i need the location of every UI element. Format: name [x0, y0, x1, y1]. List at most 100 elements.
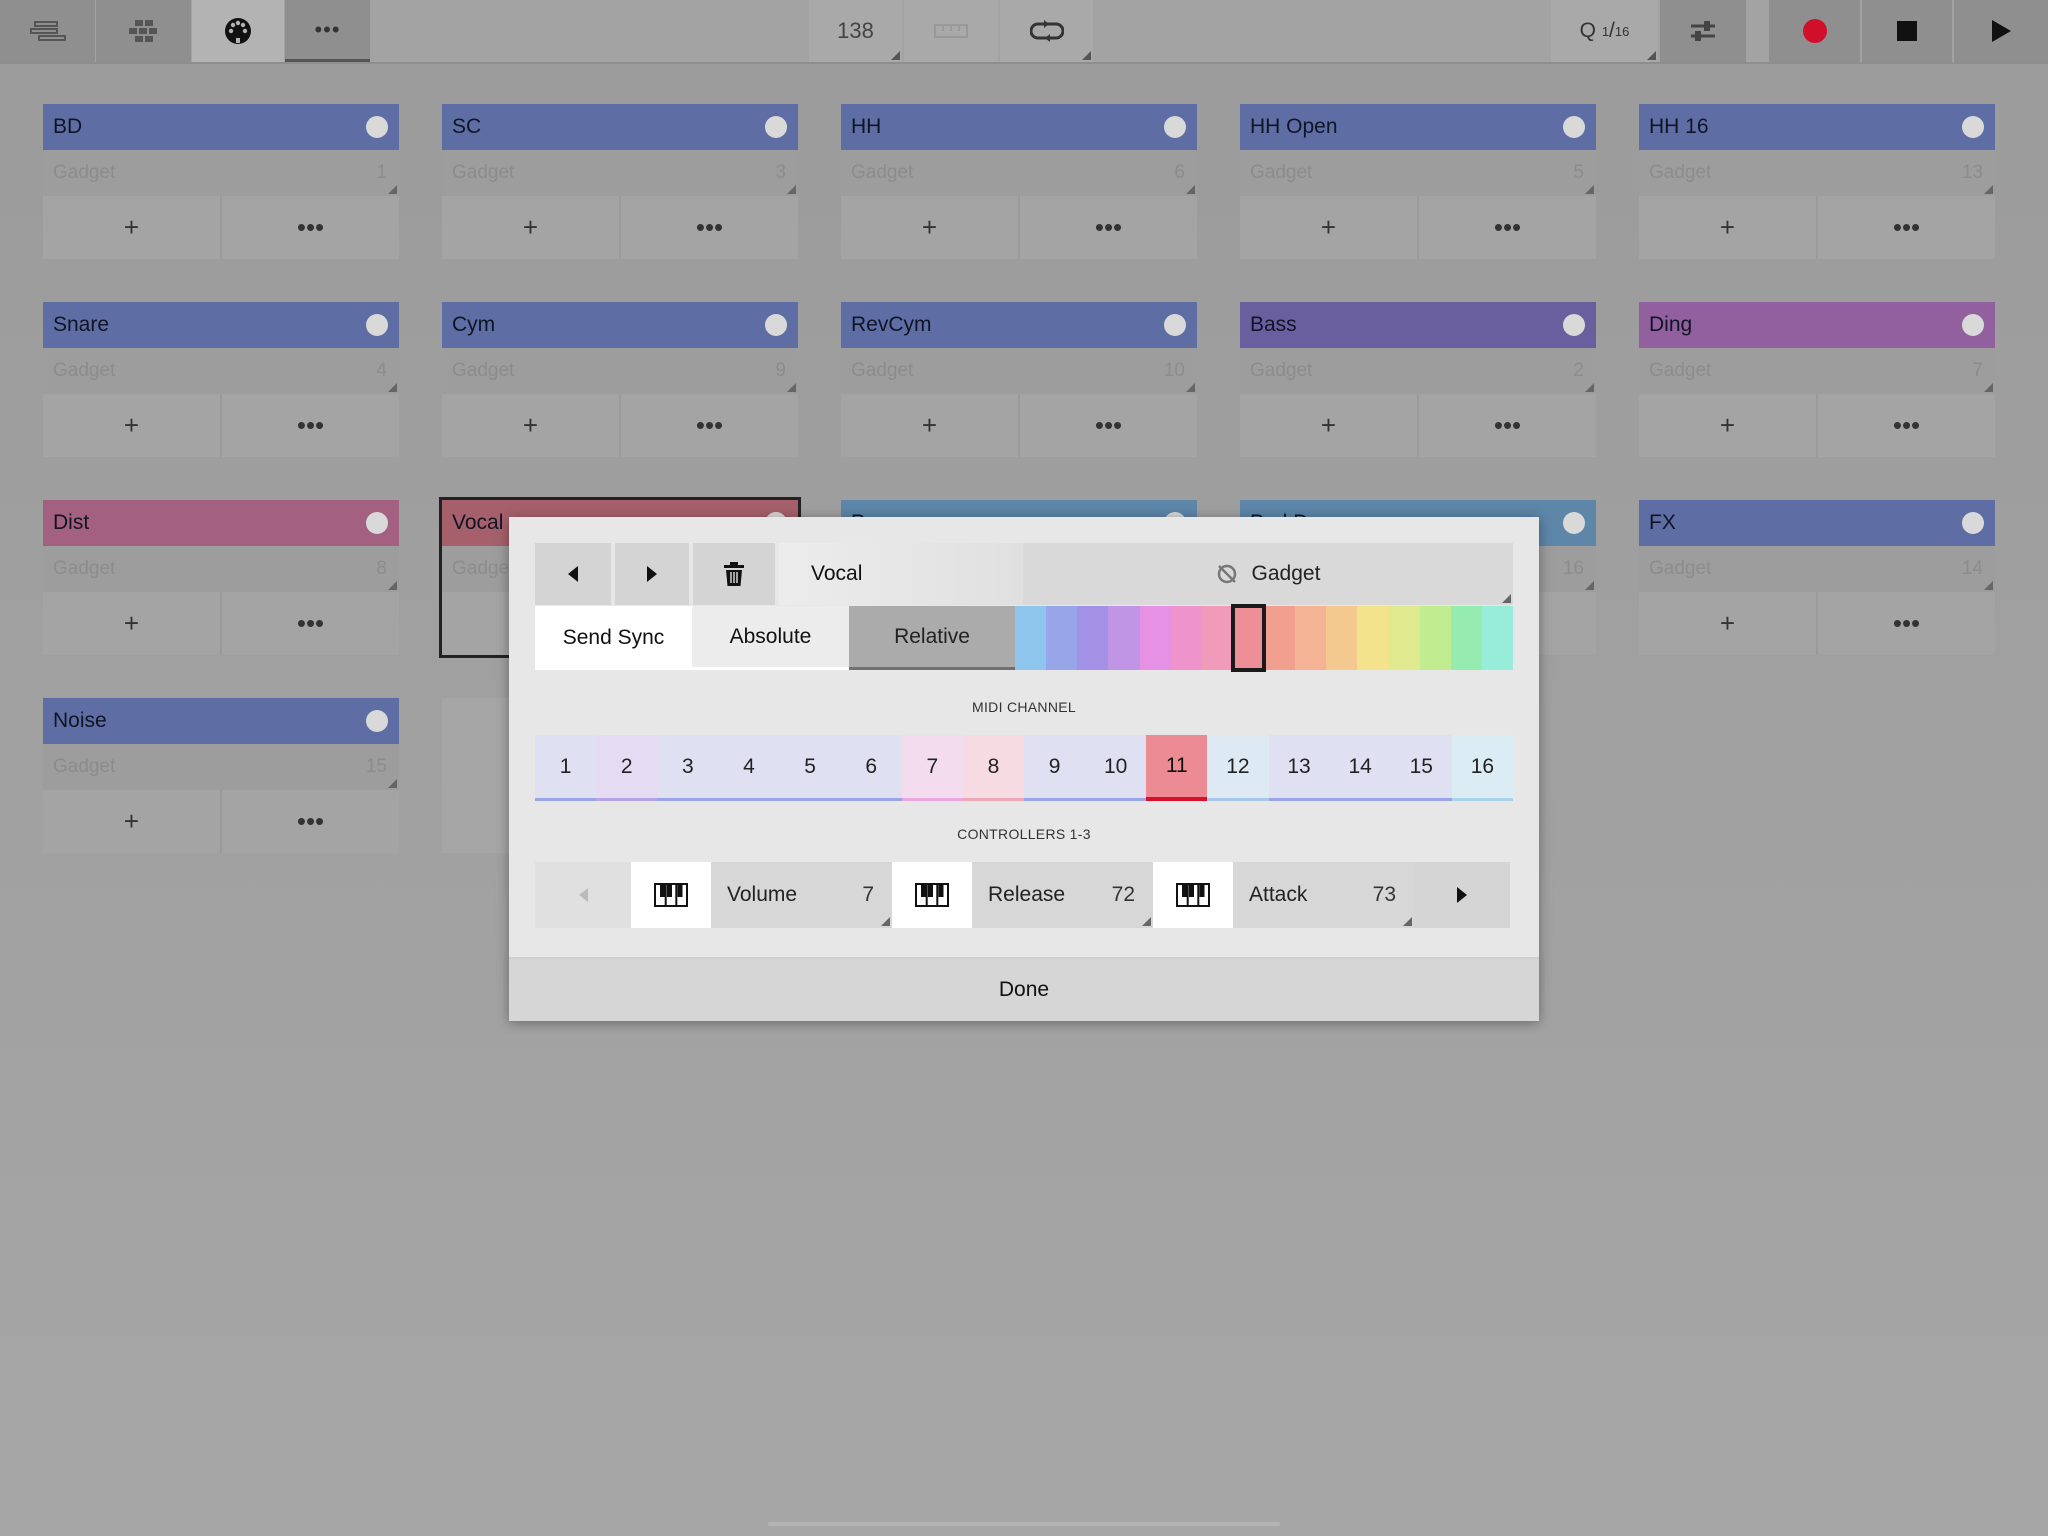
pattern-view-button[interactable] [96, 0, 191, 62]
add-gadget-button[interactable]: + [1240, 196, 1419, 259]
color-swatch[interactable] [1326, 606, 1358, 670]
track-more-button[interactable]: ••• [621, 196, 798, 259]
add-gadget-button[interactable]: + [841, 394, 1020, 457]
delete-track-button[interactable] [693, 543, 775, 605]
add-gadget-button[interactable]: + [43, 394, 222, 457]
color-swatch[interactable] [1481, 606, 1513, 670]
track-toggle-dot[interactable] [1563, 116, 1585, 138]
track-card[interactable]: FX Gadget 14 + ••• [1639, 500, 1995, 655]
track-toggle-dot[interactable] [366, 116, 388, 138]
track-toggle-dot[interactable] [765, 116, 787, 138]
previous-track-button[interactable] [535, 543, 611, 605]
midi-channel-2-button[interactable]: 2 [596, 735, 658, 801]
midi-channel-14-button[interactable]: 14 [1329, 735, 1391, 801]
track-toggle-dot[interactable] [1164, 314, 1186, 336]
track-more-button[interactable]: ••• [1419, 196, 1596, 259]
track-more-button[interactable]: ••• [222, 592, 399, 655]
track-header[interactable]: HH [841, 104, 1197, 150]
track-toggle-dot[interactable] [1563, 512, 1585, 534]
midi-channel-16-button[interactable]: 16 [1451, 735, 1513, 801]
midi-channel-4-button[interactable]: 4 [718, 735, 780, 801]
midi-channel-9-button[interactable]: 9 [1024, 735, 1086, 801]
track-more-button[interactable]: ••• [1020, 394, 1197, 457]
midi-channel-6-button[interactable]: 6 [840, 735, 902, 801]
midi-channel-10-button[interactable]: 10 [1085, 735, 1147, 801]
midi-channel-3-button[interactable]: 3 [657, 735, 719, 801]
more-menu-button[interactable]: ••• [285, 0, 370, 62]
track-more-button[interactable]: ••• [222, 394, 399, 457]
midi-channel-5-button[interactable]: 5 [779, 735, 841, 801]
track-more-button[interactable]: ••• [1419, 394, 1596, 457]
relative-mode-button[interactable]: Relative [849, 606, 1015, 670]
track-more-button[interactable]: ••• [1818, 196, 1995, 259]
track-gadget-row[interactable]: Gadget 7 [1639, 348, 1995, 394]
add-gadget-button[interactable]: + [43, 592, 222, 655]
add-gadget-button[interactable]: + [1639, 394, 1818, 457]
midi-view-button[interactable] [192, 0, 284, 62]
track-card[interactable]: Snare Gadget 4 + ••• [43, 302, 399, 457]
track-gadget-row[interactable]: Gadget 2 [1240, 348, 1596, 394]
add-gadget-button[interactable]: + [1639, 196, 1818, 259]
track-card[interactable]: SC Gadget 3 + ••• [442, 104, 798, 259]
track-gadget-row[interactable]: Gadget 5 [1240, 150, 1596, 196]
track-toggle-dot[interactable] [1962, 512, 1984, 534]
track-toggle-dot[interactable] [366, 710, 388, 732]
track-more-button[interactable]: ••• [1020, 196, 1197, 259]
track-more-button[interactable]: ••• [621, 394, 798, 457]
track-gadget-row[interactable]: Gadget 14 [1639, 546, 1995, 592]
color-swatch[interactable] [1295, 606, 1327, 670]
add-gadget-button[interactable]: + [43, 790, 222, 853]
song-view-button[interactable] [0, 0, 95, 62]
track-header[interactable]: SC [442, 104, 798, 150]
add-gadget-button[interactable]: + [1639, 592, 1818, 655]
midi-channel-8-button[interactable]: 8 [962, 735, 1024, 801]
track-toggle-dot[interactable] [1962, 116, 1984, 138]
midi-channel-13-button[interactable]: 13 [1268, 735, 1330, 801]
track-gadget-row[interactable]: Gadget 9 [442, 348, 798, 394]
color-swatch[interactable] [1450, 606, 1482, 670]
track-gadget-row[interactable]: Gadget 6 [841, 150, 1197, 196]
controller-slot[interactable]: Volume 7 [631, 862, 892, 928]
track-card[interactable]: BD Gadget 1 + ••• [43, 104, 399, 259]
track-more-button[interactable]: ••• [222, 790, 399, 853]
track-card[interactable]: Dist Gadget 8 + ••• [43, 500, 399, 655]
color-swatch[interactable] [1230, 604, 1267, 672]
track-gadget-row[interactable]: Gadget 10 [841, 348, 1197, 394]
next-track-button[interactable] [615, 543, 689, 605]
midi-channel-11-button[interactable]: 11 [1146, 735, 1208, 801]
color-swatch[interactable] [1201, 606, 1233, 670]
track-header[interactable]: Cym [442, 302, 798, 348]
track-header[interactable]: Bass [1240, 302, 1596, 348]
controller-slot[interactable]: Attack 73 [1153, 862, 1414, 928]
track-header[interactable]: Noise [43, 698, 399, 744]
color-swatch[interactable] [1046, 606, 1078, 670]
color-swatch[interactable] [1108, 606, 1140, 670]
track-toggle-dot[interactable] [765, 314, 787, 336]
track-card[interactable]: Noise Gadget 15 + ••• [43, 698, 399, 853]
track-gadget-row[interactable]: Gadget 4 [43, 348, 399, 394]
midi-channel-1-button[interactable]: 1 [535, 735, 597, 801]
color-swatch[interactable] [1015, 606, 1047, 670]
track-more-button[interactable]: ••• [1818, 592, 1995, 655]
send-sync-toggle[interactable]: Send Sync [535, 606, 692, 670]
track-header[interactable]: FX [1639, 500, 1995, 546]
track-gadget-row[interactable]: Gadget 15 [43, 744, 399, 790]
mixer-button[interactable] [1660, 0, 1746, 62]
track-card[interactable]: HH 16 Gadget 13 + ••• [1639, 104, 1995, 259]
track-gadget-row[interactable]: Gadget 1 [43, 150, 399, 196]
track-header[interactable]: Snare [43, 302, 399, 348]
track-card[interactable]: Bass Gadget 2 + ••• [1240, 302, 1596, 457]
add-gadget-button[interactable]: + [442, 196, 621, 259]
track-toggle-dot[interactable] [1563, 314, 1585, 336]
track-toggle-dot[interactable] [1164, 116, 1186, 138]
metronome-button[interactable] [904, 0, 998, 62]
quantize-button[interactable]: Q 1/16 [1551, 0, 1658, 62]
midi-channel-12-button[interactable]: 12 [1207, 735, 1269, 801]
track-toggle-dot[interactable] [366, 512, 388, 534]
color-swatch[interactable] [1139, 606, 1171, 670]
track-header[interactable]: Ding [1639, 302, 1995, 348]
learn-keyboard-button[interactable] [892, 862, 972, 928]
color-swatch[interactable] [1357, 606, 1389, 670]
track-toggle-dot[interactable] [366, 314, 388, 336]
track-name-field[interactable]: Vocal [779, 543, 1023, 605]
